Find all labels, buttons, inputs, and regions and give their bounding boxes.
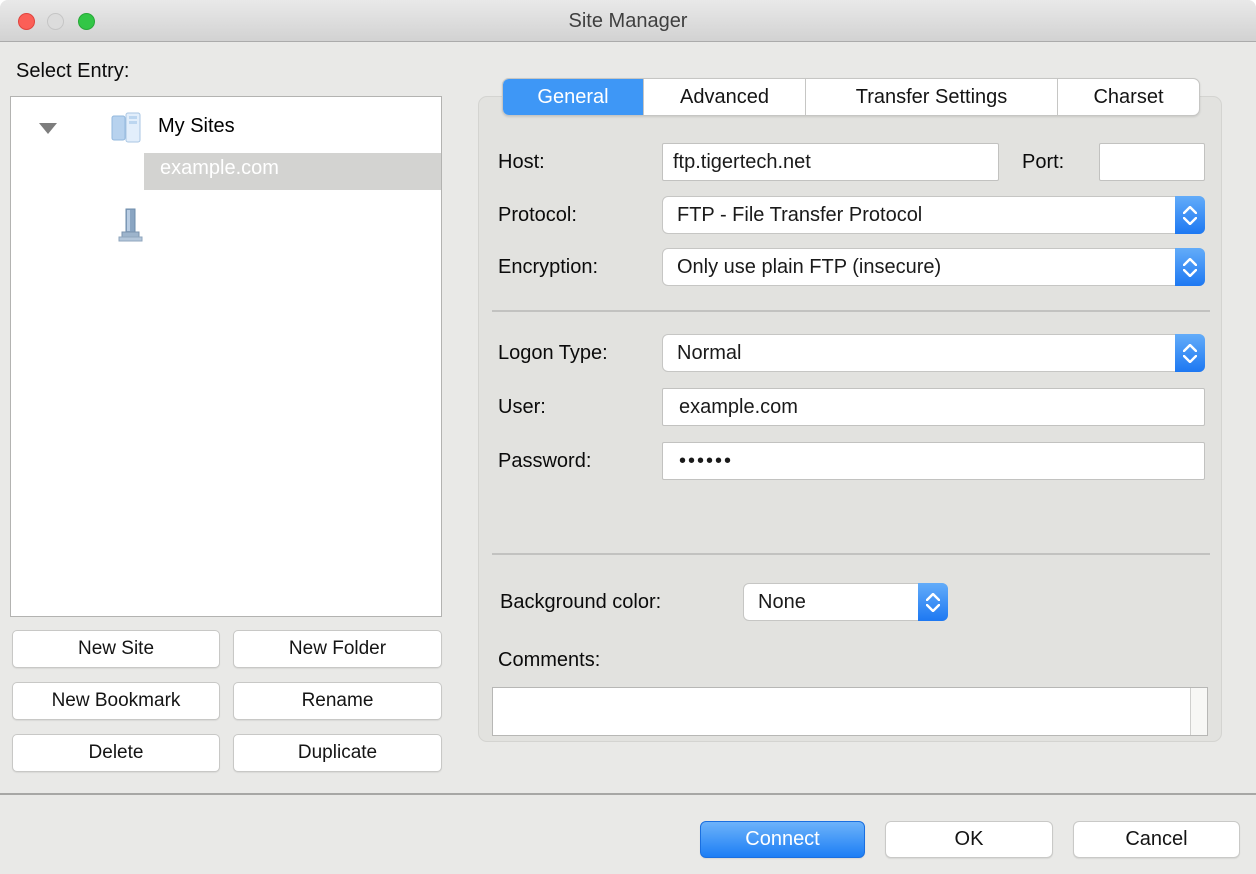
host-label: Host: <box>498 151 545 174</box>
background-color-select[interactable]: None <box>743 583 948 621</box>
port-label: Port: <box>1022 151 1064 174</box>
encryption-label: Encryption: <box>498 256 598 279</box>
close-icon[interactable] <box>18 13 35 30</box>
sites-folder-icon <box>106 111 148 152</box>
tab-advanced[interactable]: Advanced <box>644 79 806 115</box>
encryption-select[interactable]: Only use plain FTP (insecure) <box>662 248 1205 286</box>
new-bookmark-button[interactable]: New Bookmark <box>12 682 220 720</box>
separator <box>492 553 1210 555</box>
tab-bar: General Advanced Transfer Settings Chars… <box>502 78 1200 116</box>
separator <box>492 310 1210 312</box>
cancel-button[interactable]: Cancel <box>1073 821 1240 858</box>
comments-field[interactable] <box>492 687 1208 736</box>
logon-type-label: Logon Type: <box>498 342 608 365</box>
site-tree[interactable]: My Sites example.com <box>10 96 442 617</box>
stepper-icon <box>918 583 948 621</box>
delete-button[interactable]: Delete <box>12 734 220 772</box>
select-entry-label: Select Entry: <box>16 60 129 83</box>
ok-button[interactable]: OK <box>885 821 1053 858</box>
protocol-value: FTP - File Transfer Protocol <box>677 204 922 227</box>
zoom-icon[interactable] <box>78 13 95 30</box>
background-color-label: Background color: <box>500 591 661 614</box>
tree-item-my-sites[interactable]: My Sites <box>11 109 441 149</box>
window-title: Site Manager <box>0 0 1256 42</box>
tree-item-label: My Sites <box>158 115 235 138</box>
comments-label: Comments: <box>498 649 600 672</box>
host-input[interactable] <box>662 143 999 181</box>
site-manager-dialog: Site Manager Select Entry: My Sites <box>0 0 1256 874</box>
tab-general[interactable]: General <box>503 79 644 115</box>
comments-textarea[interactable] <box>493 688 1190 735</box>
protocol-select[interactable]: FTP - File Transfer Protocol <box>662 196 1205 234</box>
password-label: Password: <box>498 450 591 473</box>
tree-item-example-com[interactable]: example.com <box>11 151 441 191</box>
stepper-icon <box>1175 196 1205 234</box>
stepper-icon <box>1175 248 1205 286</box>
minimize-icon[interactable] <box>47 13 64 30</box>
background-color-value: None <box>758 591 806 614</box>
logon-type-value: Normal <box>677 342 741 365</box>
new-folder-button[interactable]: New Folder <box>233 630 442 668</box>
user-label: User: <box>498 396 546 419</box>
port-input[interactable] <box>1099 143 1205 181</box>
tab-transfer-settings[interactable]: Transfer Settings <box>806 79 1058 115</box>
protocol-label: Protocol: <box>498 204 577 227</box>
duplicate-button[interactable]: Duplicate <box>233 734 442 772</box>
stepper-icon <box>1175 334 1205 372</box>
user-input[interactable] <box>662 388 1205 426</box>
logon-type-select[interactable]: Normal <box>662 334 1205 372</box>
server-icon <box>114 207 148 248</box>
rename-button[interactable]: Rename <box>233 682 442 720</box>
titlebar: Site Manager <box>0 0 1256 42</box>
footer-separator <box>0 793 1256 795</box>
password-input[interactable] <box>662 442 1205 480</box>
connect-button[interactable]: Connect <box>700 821 865 858</box>
encryption-value: Only use plain FTP (insecure) <box>677 256 941 279</box>
comments-scrollbar[interactable] <box>1190 688 1207 735</box>
new-site-button[interactable]: New Site <box>12 630 220 668</box>
tab-charset[interactable]: Charset <box>1058 79 1199 115</box>
tree-item-label: example.com <box>160 157 279 180</box>
chevron-down-icon[interactable] <box>39 123 57 134</box>
